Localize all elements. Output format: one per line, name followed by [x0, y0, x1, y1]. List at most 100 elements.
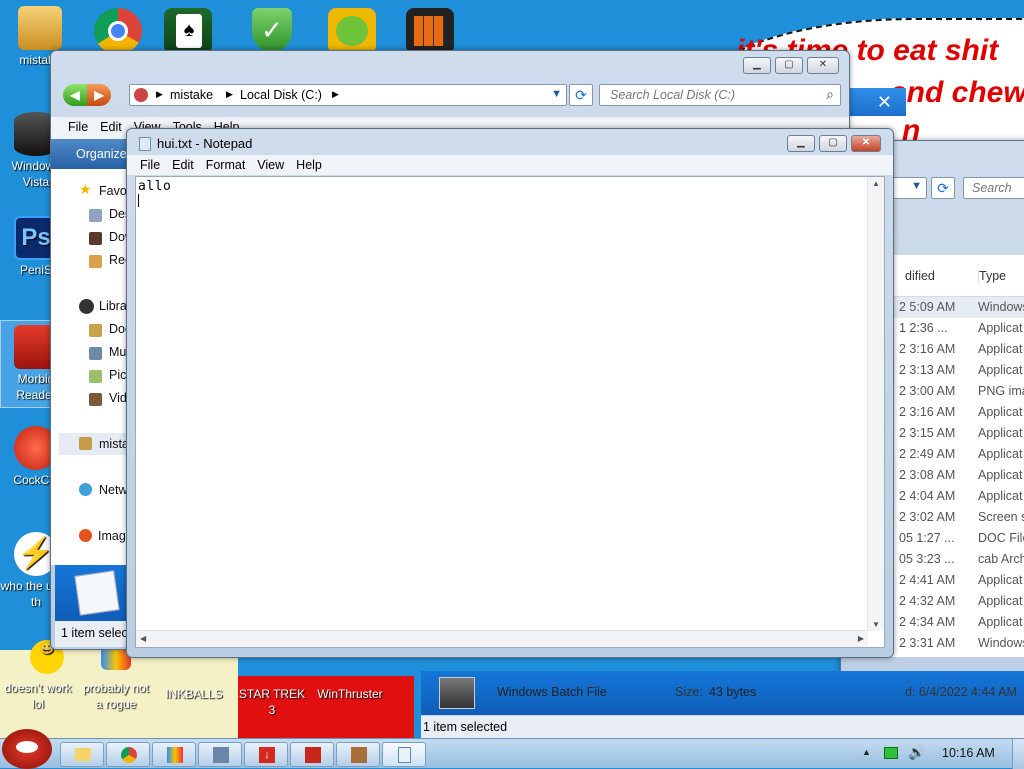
scroll-up-icon[interactable]: ▲: [872, 179, 880, 188]
search-icon: ⌕: [826, 86, 834, 102]
back-arrow-icon: ◀: [70, 88, 80, 102]
cell-date-modified: 2 4:32 AM: [899, 594, 956, 608]
search-input[interactable]: Search Local Disk (C:) ⌕: [599, 84, 841, 106]
text-content: allo: [138, 179, 172, 194]
cell-type: Applicat: [978, 321, 1023, 335]
maximize-button[interactable]: ▢: [819, 135, 847, 152]
taskbar-app-button-3[interactable]: [152, 742, 196, 767]
refresh-button[interactable]: ⟳: [569, 84, 593, 106]
horizontal-scrollbar[interactable]: ◀ ▶: [136, 630, 868, 647]
star-icon: ★: [79, 181, 92, 197]
recent-places-icon: [89, 255, 102, 268]
scroll-left-icon[interactable]: ◀: [140, 634, 146, 643]
close-button-fragment[interactable]: ✕: [848, 88, 906, 116]
details-modified: d: 6/4/2022 4:44 AM: [905, 685, 1017, 699]
taskbar-app-button-5[interactable]: ↓: [244, 742, 288, 767]
chrome-icon: [121, 747, 137, 763]
column-header-type[interactable]: Type: [978, 269, 1006, 283]
scroll-right-icon[interactable]: ▶: [858, 634, 864, 643]
breadcrumb-local-disk[interactable]: Local Disk (C:): [240, 88, 322, 102]
taskbar-explorer-button[interactable]: [60, 742, 104, 767]
taskbar-app-button-6[interactable]: [290, 742, 334, 767]
organize-button[interactable]: Organize: [76, 147, 127, 161]
close-button[interactable]: ✕: [807, 57, 839, 74]
dropdown-arrow-icon[interactable]: ▼: [911, 180, 922, 192]
cell-date-modified: 2 3:02 AM: [899, 510, 956, 524]
show-desktop-button[interactable]: [1012, 739, 1024, 769]
shield-icon[interactable]: ✓: [248, 8, 296, 54]
back-button[interactable]: ◀: [63, 84, 87, 106]
maximize-button[interactable]: ▢: [775, 57, 803, 74]
taskbar-chrome-button[interactable]: [106, 742, 150, 767]
minimize-button[interactable]: ▁: [787, 135, 815, 152]
dropdown-arrow-icon[interactable]: ▼: [551, 88, 562, 100]
chrome-icon[interactable]: [94, 8, 142, 54]
documents-icon: [89, 324, 102, 337]
angry-bird-icon: [16, 741, 38, 753]
notepad-icon: [398, 747, 411, 763]
volume-icon[interactable]: 🔊: [908, 744, 925, 761]
battery-icon[interactable]: [884, 747, 898, 759]
menu-bar: File Edit Format View Help: [127, 155, 893, 175]
cell-type: PNG ima: [978, 384, 1024, 398]
menu-view[interactable]: View: [257, 158, 284, 172]
menu-file[interactable]: File: [68, 120, 88, 134]
notepad-app-icon: [139, 137, 151, 151]
document-thumbnail-icon: [74, 570, 120, 616]
desktop-icon-label: probably not a rogue: [82, 681, 150, 711]
cell-date-modified: 2 3:31 AM: [899, 636, 956, 650]
details-pane: Windows Batch File Size: 43 bytes d: 6/4…: [421, 671, 1024, 715]
taskbar-app-button-4[interactable]: [198, 742, 242, 767]
close-button[interactable]: ✕: [851, 135, 881, 152]
downloads-icon: [89, 232, 102, 245]
desktop-icon-label: INKBALLS: [165, 687, 223, 701]
start-button[interactable]: [2, 729, 52, 769]
menu-edit[interactable]: Edit: [100, 120, 122, 134]
pdf-reader-icon: [305, 747, 321, 763]
minimize-button[interactable]: ▁: [743, 57, 771, 74]
text-area[interactable]: allo ▲ ▼ ◀ ▶: [135, 176, 885, 648]
cell-date-modified: 2 3:00 AM: [899, 384, 956, 398]
breadcrumb-arrow-icon: ▶: [156, 89, 163, 99]
cell-type: Applicat: [978, 615, 1023, 629]
details-size-value: 43 bytes: [709, 685, 757, 699]
search-input[interactable]: Search: [963, 177, 1024, 199]
desktop-icon-inkballs[interactable]: INKBALLS: [158, 686, 230, 702]
setup-icon: [213, 747, 229, 763]
taskbar-app-button-7[interactable]: [336, 742, 380, 767]
images-icon: [79, 529, 92, 542]
address-bar[interactable]: ▶ mistake ▶ Local Disk (C:) ▶ ▼: [129, 84, 567, 106]
status-bar: 1 item selected: [421, 715, 1024, 739]
menu-format[interactable]: Format: [206, 158, 246, 172]
taskbar: ↓ ▲ 🔊 10:16 AM: [0, 729, 1024, 769]
text-cursor: [138, 194, 139, 207]
cell-date-modified: 2 3:13 AM: [899, 363, 956, 377]
vertical-scrollbar[interactable]: ▲ ▼: [867, 177, 884, 631]
desktop: { "desktop_icons": [ {"label": "mistake"…: [0, 0, 1024, 769]
taskbar-clock[interactable]: 10:16 AM: [942, 746, 995, 760]
desktop-icon-star-trek-3[interactable]: STAR TREK 3: [236, 686, 308, 718]
rubiks-cube-icon[interactable]: [406, 8, 454, 54]
bad-piggies-icon[interactable]: [328, 8, 376, 54]
taskbar-notepad-button[interactable]: [382, 742, 426, 767]
cell-type: Applicat: [978, 594, 1023, 608]
menu-help[interactable]: Help: [296, 158, 322, 172]
scroll-down-icon[interactable]: ▼: [872, 620, 880, 629]
desktop-icon-winthruster[interactable]: WinThruster: [314, 686, 386, 702]
details-file-type: Windows Batch File: [497, 685, 607, 699]
refresh-button[interactable]: ⟳: [931, 177, 955, 199]
forward-arrow-icon: ▶: [94, 88, 104, 102]
refresh-icon: ⟳: [575, 87, 587, 103]
cell-date-modified: 1 2:36 ...: [899, 321, 948, 335]
forward-button[interactable]: ▶: [87, 84, 111, 106]
solitaire-icon[interactable]: ♠: [164, 8, 212, 54]
column-header-date-modified[interactable]: dified: [905, 269, 935, 283]
bubble-text-line2: and chew: [890, 76, 1024, 109]
notepad-window: hui.txt - Notepad ▁ ▢ ✕ File Edit Format Vi…: [126, 128, 894, 658]
cell-date-modified: 05 1:27 ...: [899, 531, 955, 545]
desktop-icon-doesnt-work[interactable]: 😀 doesn't work lol: [2, 640, 74, 712]
menu-edit[interactable]: Edit: [172, 158, 194, 172]
breadcrumb-mistake[interactable]: mistake: [170, 88, 213, 102]
show-hidden-icons-icon[interactable]: ▲: [862, 747, 871, 757]
menu-file[interactable]: File: [140, 158, 160, 172]
